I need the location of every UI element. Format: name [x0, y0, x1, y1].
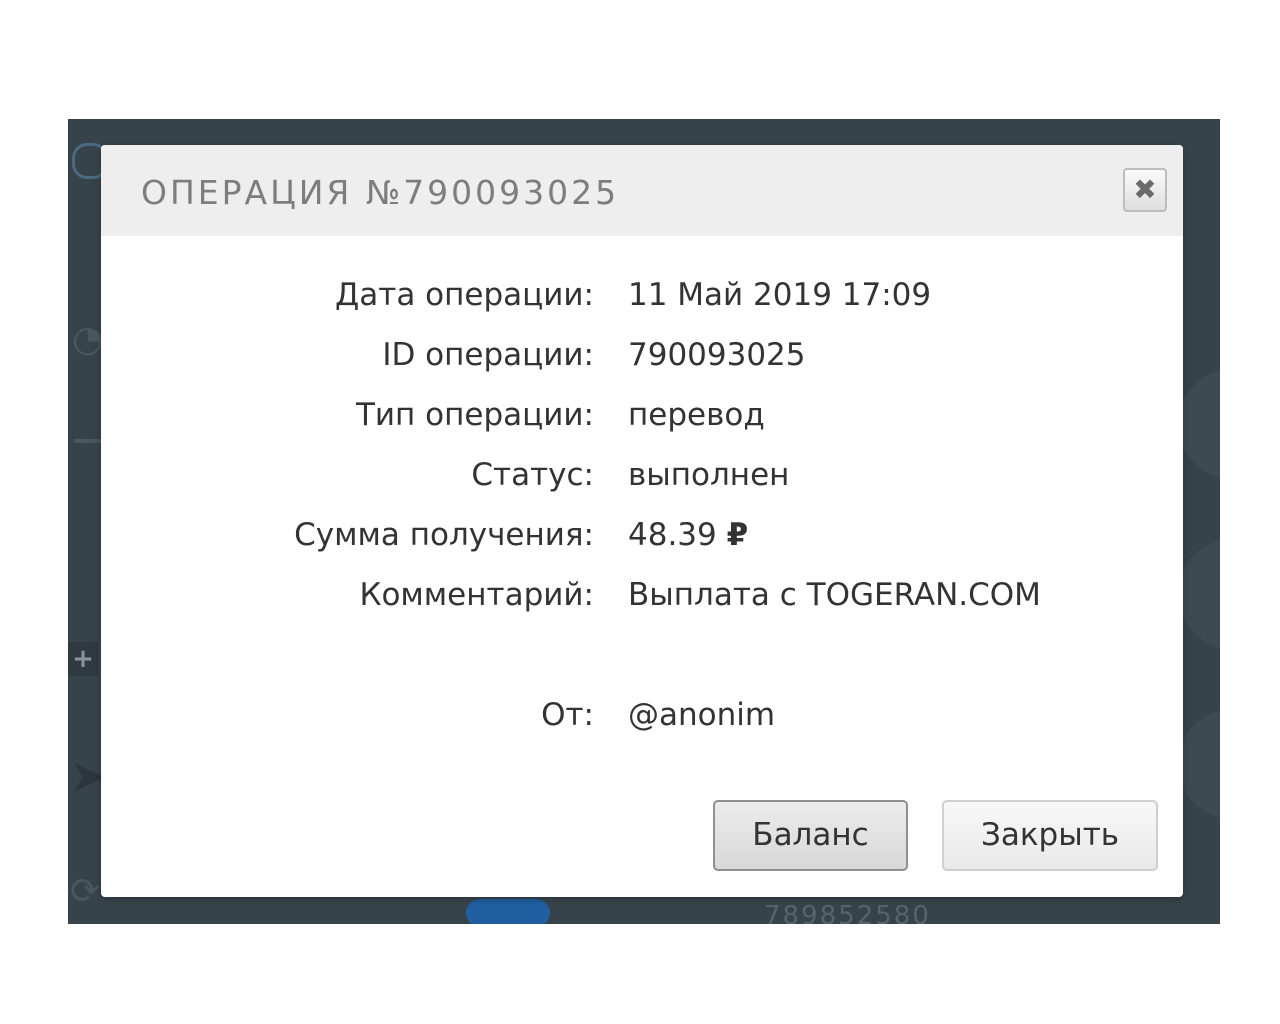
background-add-icon: + — [68, 642, 98, 676]
background-badge — [466, 899, 550, 924]
detail-label: От: — [541, 697, 594, 733]
detail-row-from: От: @anonim — [101, 697, 1183, 747]
detail-value: выполнен — [628, 457, 790, 493]
detail-value: 48.39 ₽ — [628, 517, 748, 553]
detail-label: Комментарий: — [359, 577, 594, 613]
amount-value: 48.39 — [628, 517, 717, 553]
detail-label: Статус: — [471, 457, 594, 493]
background-dashboard-icon: ◔ — [72, 319, 104, 360]
detail-label: Дата операции: — [335, 277, 594, 313]
background-account-number: 789852580 — [764, 901, 931, 924]
background-refresh-icon: ⟳ — [70, 871, 101, 912]
detail-value: Выплата с TOGERAN.COM — [628, 577, 1041, 613]
background-card-icon — [74, 439, 102, 461]
operation-dialog: ОПЕРАЦИЯ №790093025 ✖ Дата операции: 11 … — [101, 145, 1183, 897]
detail-label: ID операции: — [382, 337, 594, 373]
detail-row-date: Дата операции: 11 Май 2019 17:09 — [101, 277, 1183, 327]
dialog-header: ОПЕРАЦИЯ №790093025 ✖ — [101, 145, 1183, 236]
close-icon[interactable]: ✖ — [1123, 168, 1167, 212]
detail-value: 790093025 — [628, 337, 806, 373]
detail-value: @anonim — [628, 697, 776, 733]
detail-value: перевод — [628, 397, 765, 433]
close-button[interactable]: Закрыть — [942, 800, 1158, 871]
detail-row-type: Тип операции: перевод — [101, 397, 1183, 447]
detail-label: Сумма получения: — [294, 517, 594, 553]
background-circle — [1178, 539, 1220, 649]
detail-row-amount: Сумма получения: 48.39 ₽ — [101, 517, 1183, 567]
detail-label: Тип операции: — [355, 397, 594, 433]
balance-button[interactable]: Баланс — [713, 800, 908, 871]
background-circle — [1178, 369, 1220, 479]
dialog-title: ОПЕРАЦИЯ №790093025 — [141, 173, 620, 212]
detail-row-comment: Комментарий: Выплата с TOGERAN.COM — [101, 577, 1183, 627]
ruble-icon: ₽ — [726, 517, 749, 553]
detail-value: 11 Май 2019 17:09 — [628, 277, 932, 313]
background-circle — [1178, 709, 1220, 819]
detail-row-id: ID операции: 790093025 — [101, 337, 1183, 387]
detail-row-status: Статус: выполнен — [101, 457, 1183, 507]
